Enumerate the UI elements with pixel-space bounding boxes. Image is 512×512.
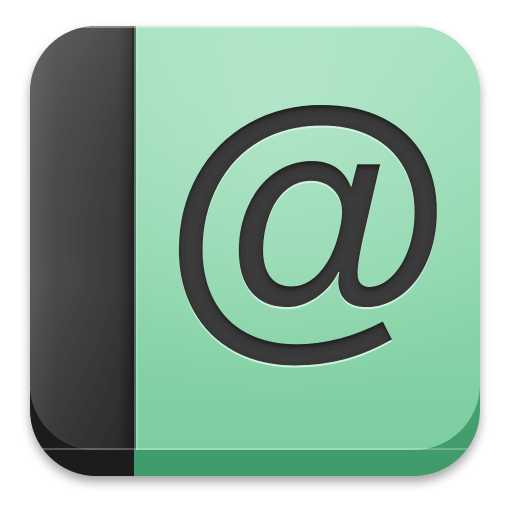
at-symbol: @ (162, 46, 455, 382)
app-icon-canvas: @ (0, 0, 512, 512)
address-book-at-icon[interactable]: @ (0, 0, 512, 512)
